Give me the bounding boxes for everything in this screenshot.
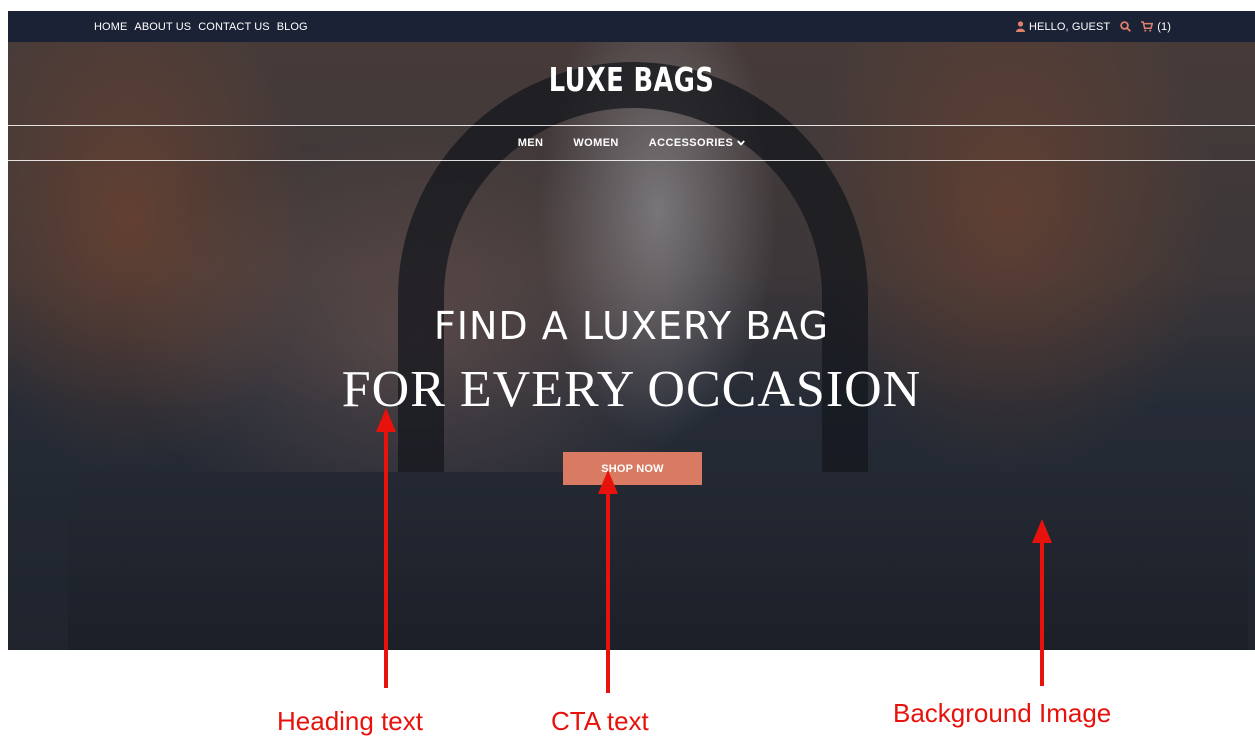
hero-banner: LUXE BAGS MEN WOMEN ACCESSORIES FIND A L…	[8, 42, 1255, 650]
top-nav-about-us[interactable]: ABOUT US	[134, 21, 191, 33]
cart-icon	[1141, 21, 1154, 32]
greeting-link[interactable]: HELLO, GUEST	[1015, 20, 1111, 33]
top-nav: HOME ABOUT US CONTACT US BLOG	[94, 11, 308, 42]
nav-accessories[interactable]: ACCESSORIES	[648, 137, 746, 149]
cart-button[interactable]: (1)	[1141, 21, 1171, 33]
hero-heading-line1: FIND A LUXERY BAG	[433, 304, 830, 348]
top-nav-contact-us[interactable]: CONTACT US	[198, 21, 270, 33]
annotation-cta-text: CTA text	[551, 706, 649, 736]
chevron-down-icon	[737, 138, 746, 149]
nav-women[interactable]: WOMEN	[573, 137, 618, 149]
nav-men[interactable]: MEN	[518, 137, 544, 149]
top-bar: HOME ABOUT US CONTACT US BLOG HELLO, GUE…	[8, 11, 1255, 42]
hero-heading-line2: FOR EVERY OCCASION	[341, 361, 922, 418]
nav-divider-bottom	[8, 160, 1255, 161]
shop-now-button[interactable]: SHOP NOW	[563, 452, 702, 485]
search-icon	[1120, 21, 1132, 32]
page: HOME ABOUT US CONTACT US BLOG HELLO, GUE…	[0, 0, 1255, 739]
user-icon	[1015, 21, 1025, 32]
main-nav: MEN WOMEN ACCESSORIES	[8, 126, 1255, 160]
cart-count: (1)	[1157, 20, 1171, 33]
search-button[interactable]	[1120, 21, 1132, 32]
account-area: HELLO, GUEST (1)	[1015, 11, 1171, 42]
brand-logo[interactable]: LUXE BAGS	[145, 60, 1118, 99]
top-nav-home[interactable]: HOME	[94, 21, 127, 33]
greeting-text: HELLO, GUEST	[1028, 20, 1111, 33]
nav-accessories-label: ACCESSORIES	[648, 137, 734, 149]
top-nav-blog[interactable]: BLOG	[277, 21, 308, 33]
annotation-background-image: Background Image	[893, 698, 1112, 728]
annotation-heading-text: Heading text	[277, 706, 423, 736]
